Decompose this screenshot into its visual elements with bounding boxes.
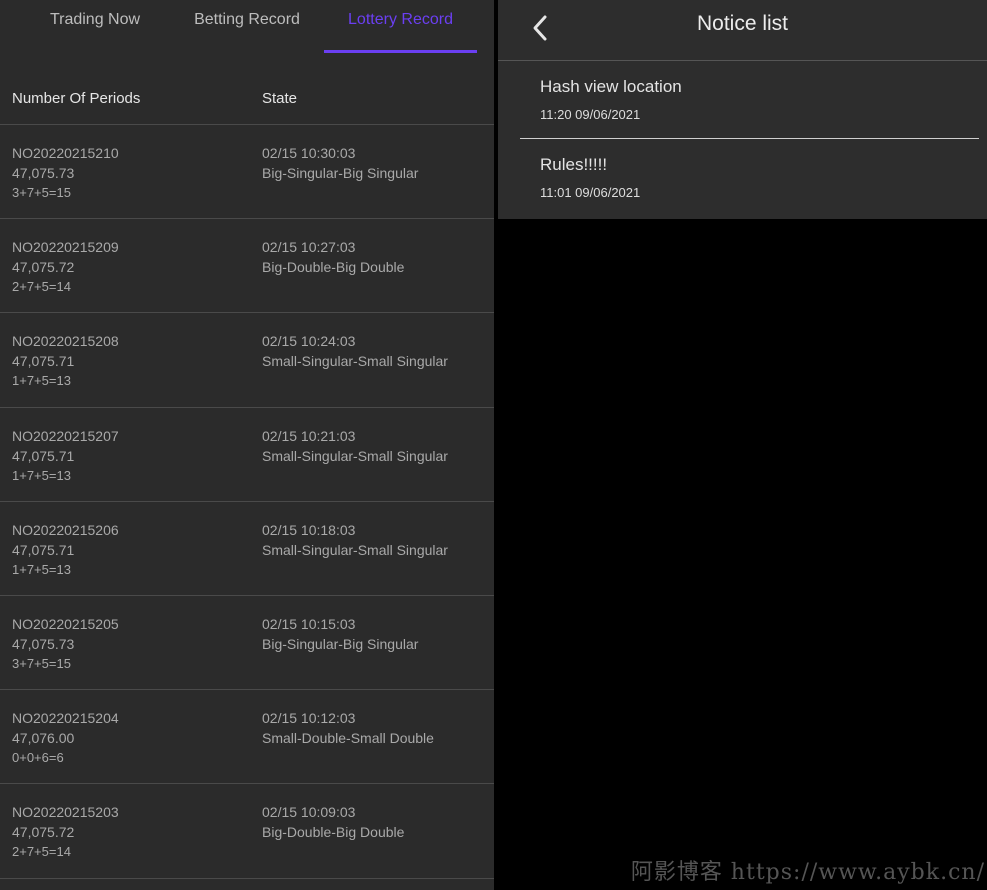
draw-result: Small-Singular-Small Singular [262, 447, 448, 464]
period-number: NO20220215207 [12, 427, 119, 444]
table-row[interactable]: NO20220215205 47,075.73 3+7+5=15 02/15 1… [0, 596, 494, 691]
draw-time: 02/15 10:12:03 [262, 710, 356, 727]
draw-time: 02/15 10:09:03 [262, 804, 356, 821]
table-row[interactable]: NO20220215210 47,075.73 3+7+5=15 02/15 1… [0, 125, 494, 220]
period-value: 47,075.73 [12, 635, 75, 652]
period-cell: NO20220215205 47,075.73 3+7+5=15 [12, 614, 119, 674]
lottery-panel: Trading Now Betting Record Lottery Recor… [0, 0, 494, 890]
table-row[interactable]: NO20220215203 47,075.72 2+7+5=14 02/15 1… [0, 784, 494, 879]
table-row[interactable]: NO20220215206 47,075.71 1+7+5=13 02/15 1… [0, 502, 494, 596]
draw-result: Big-Double-Big Double [262, 824, 405, 841]
page-title: Notice list [696, 12, 789, 35]
period-number: NO20220215209 [12, 239, 119, 256]
table-row[interactable]: NO20220215209 47,075.72 2+7+5=14 02/15 1… [0, 219, 494, 314]
draw-time: 02/15 10:18:03 [262, 521, 356, 538]
column-header-state: State [262, 90, 298, 107]
period-number: NO20220215210 [12, 145, 119, 161]
column-header-periods: Number Of Periods [12, 90, 141, 107]
period-value: 47,075.72 [12, 824, 75, 841]
list-item[interactable]: Hash view location 11:20 09/06/2021 [498, 61, 987, 139]
period-number: NO20220215206 [12, 521, 119, 538]
draw-time: 02/15 10:15:03 [262, 615, 356, 632]
period-number: NO20220215205 [12, 615, 119, 632]
nav-bar: Notice list [498, 0, 987, 61]
period-formula: 1+7+5=13 [12, 467, 71, 483]
period-cell: NO20220215203 47,075.72 2+7+5=14 [12, 802, 119, 862]
state-cell: 02/15 10:30:03 Big-Singular-Big Singular [262, 143, 418, 183]
period-formula: 3+7+5=15 [12, 655, 71, 671]
tab-bar: Trading Now Betting Record Lottery Recor… [0, 0, 494, 54]
period-value: 47,075.72 [12, 259, 75, 276]
tab-trading-now[interactable]: Trading Now [20, 0, 170, 54]
period-cell: NO20220215204 47,076.00 0+0+6=6 [12, 708, 119, 768]
notice-title: Hash view location [540, 77, 682, 96]
state-cell: 02/15 10:24:03 Small-Singular-Small Sing… [262, 331, 448, 371]
state-cell: 02/15 10:12:03 Small-Double-Small Double [262, 708, 434, 748]
period-formula: 0+0+6=6 [12, 750, 64, 766]
state-cell: 02/15 10:15:03 Big-Singular-Big Singular [262, 614, 418, 654]
table-header: Number Of Periods State [0, 54, 494, 125]
period-value: 47,075.71 [12, 447, 75, 464]
draw-result: Big-Singular-Big Singular [262, 635, 419, 652]
period-formula: 2+7+5=14 [12, 844, 71, 860]
list-item[interactable]: Rules!!!!! 11:01 09/06/2021 [498, 139, 987, 217]
state-cell: 02/15 10:09:03 Big-Double-Big Double [262, 802, 404, 842]
notice-title: Rules!!!!! [540, 155, 608, 174]
notice-date: 11:20 09/06/2021 [540, 107, 641, 122]
period-value: 47,076.00 [12, 730, 75, 747]
tab-lottery-record[interactable]: Lottery Record [324, 0, 477, 54]
period-cell: NO20220215209 47,075.72 2+7+5=14 [12, 237, 119, 297]
period-value: 47,075.71 [12, 541, 75, 558]
period-value: 47,075.73 [12, 165, 75, 181]
period-formula: 2+7+5=14 [12, 279, 71, 295]
draw-time: 02/15 10:21:03 [262, 427, 356, 444]
tab-betting-record[interactable]: Betting Record [172, 0, 322, 54]
state-cell: 02/15 10:18:03 Small-Singular-Small Sing… [262, 520, 448, 560]
table-row[interactable]: NO20220215204 47,076.00 0+0+6=6 02/15 10… [0, 690, 494, 785]
notice-panel: Notice list Hash view location 11:20 09/… [498, 0, 987, 890]
state-cell: 02/15 10:21:03 Small-Singular-Small Sing… [262, 426, 448, 466]
state-cell: 02/15 10:27:03 Big-Double-Big Double [262, 237, 404, 277]
period-formula: 1+7+5=13 [12, 561, 71, 577]
period-cell: NO20220215208 47,075.71 1+7+5=13 [12, 331, 119, 391]
period-number: NO20220215203 [12, 804, 119, 821]
period-cell: NO20220215207 47,075.71 1+7+5=13 [12, 426, 119, 486]
lottery-table-body: NO20220215210 47,075.73 3+7+5=15 02/15 1… [0, 125, 494, 879]
draw-time: 02/15 10:24:03 [262, 333, 356, 350]
draw-result: Small-Singular-Small Singular [262, 541, 448, 558]
period-cell: NO20220215210 47,075.73 3+7+5=15 [12, 143, 119, 203]
period-formula: 1+7+5=13 [12, 373, 71, 389]
draw-time: 02/15 10:30:03 [262, 145, 356, 161]
screenshot-root: Trading Now Betting Record Lottery Recor… [0, 0, 987, 890]
draw-result: Small-Double-Small Double [262, 730, 434, 747]
period-formula: 3+7+5=15 [12, 185, 71, 200]
period-number: NO20220215204 [12, 710, 119, 727]
draw-time: 02/15 10:27:03 [262, 239, 356, 256]
period-cell: NO20220215206 47,075.71 1+7+5=13 [12, 520, 119, 580]
period-number: NO20220215208 [12, 333, 119, 350]
draw-result: Small-Singular-Small Singular [262, 353, 448, 370]
notice-list: Hash view location 11:20 09/06/2021 Rule… [498, 61, 987, 219]
notice-date: 11:01 09/06/2021 [540, 185, 641, 200]
active-tab-indicator [324, 50, 477, 53]
table-row[interactable]: NO20220215208 47,075.71 1+7+5=13 02/15 1… [0, 313, 494, 408]
period-value: 47,075.71 [12, 353, 75, 370]
table-row[interactable]: NO20220215207 47,075.71 1+7+5=13 02/15 1… [0, 408, 494, 502]
draw-result: Big-Singular-Big Singular [262, 165, 419, 181]
watermark: 阿影博客 https://www.aybk.cn/ [630, 860, 985, 885]
draw-result: Big-Double-Big Double [262, 259, 405, 276]
